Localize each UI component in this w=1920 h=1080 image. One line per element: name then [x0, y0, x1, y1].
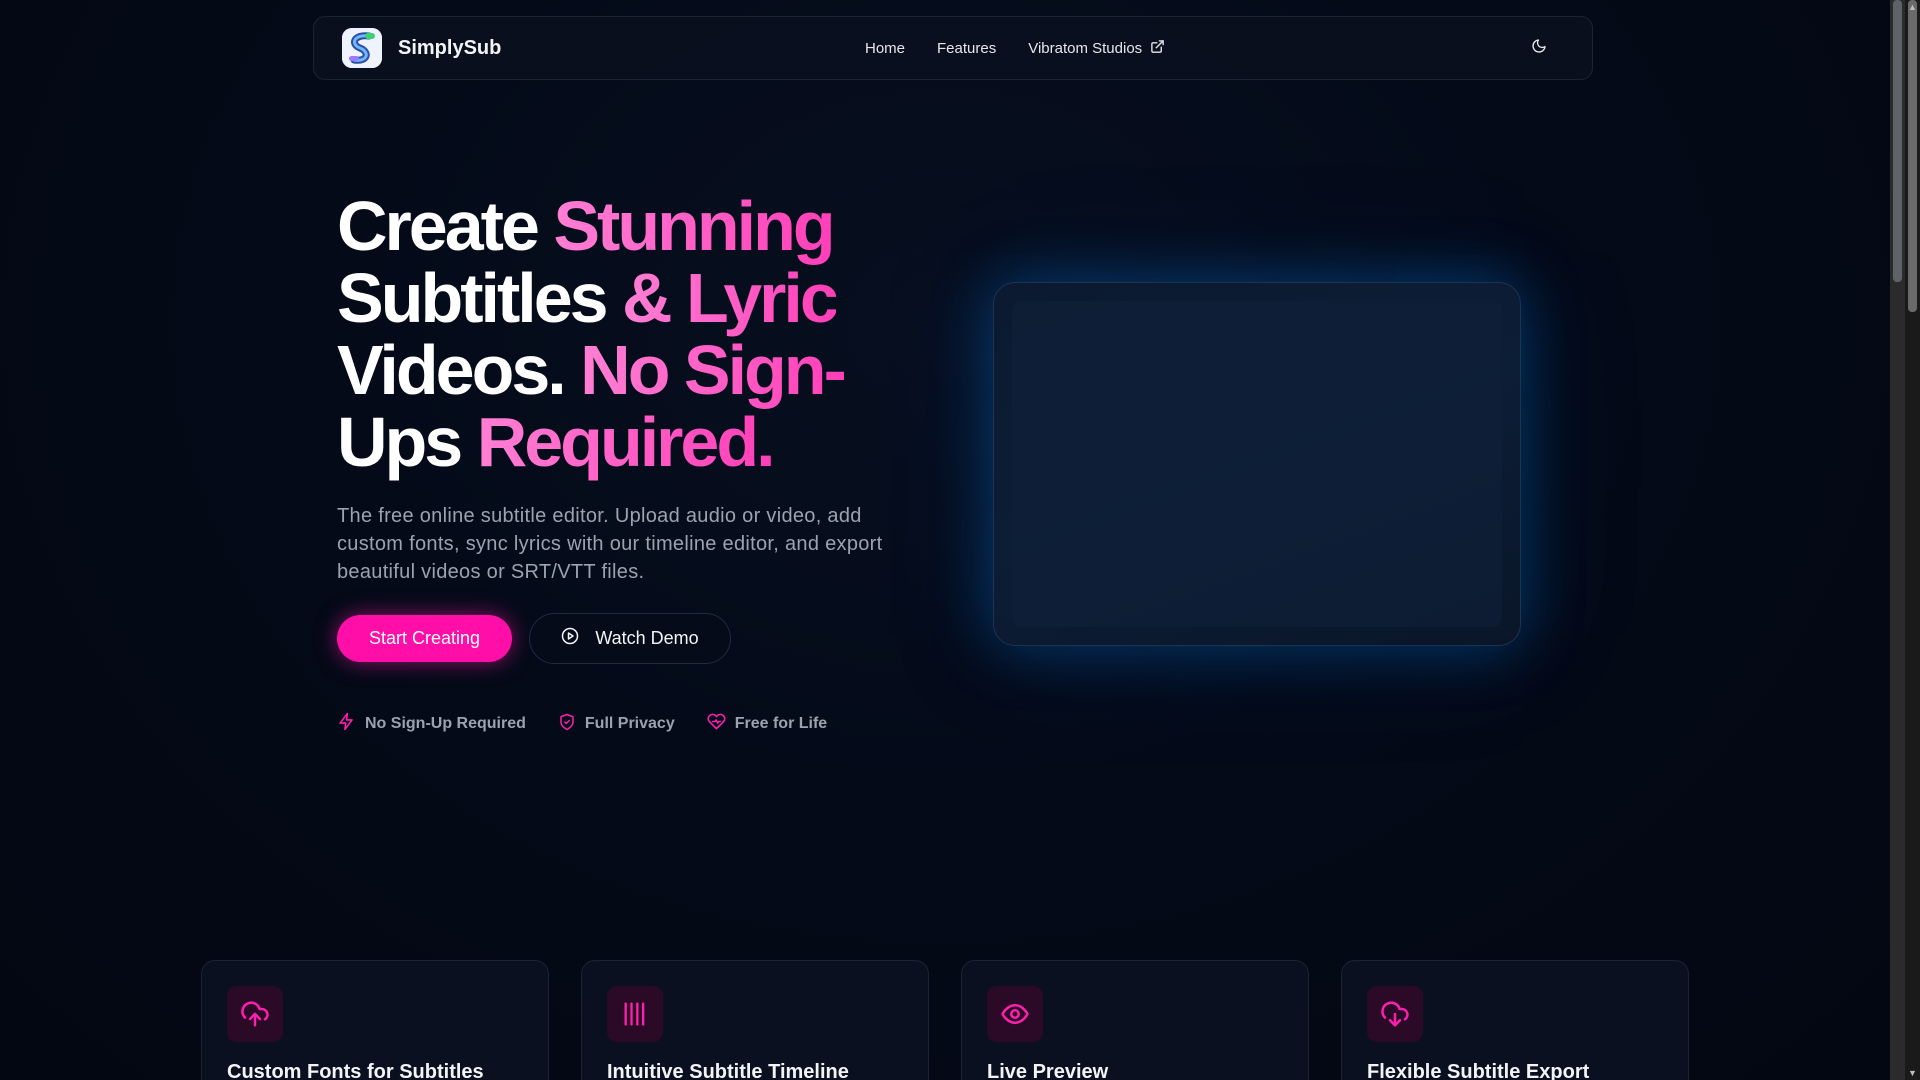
cloud-upload-icon [227, 986, 283, 1042]
page: SimplySub Home Features Vibratom Studios [0, 0, 1890, 1080]
hero-headline: Create Stunning Subtitles & Lyric Videos… [337, 190, 937, 478]
simplysub-logo[interactable] [342, 28, 382, 68]
hero-subtitle: The free online subtitle editor. Upload … [337, 505, 883, 583]
nav-link-features[interactable]: Features [937, 40, 996, 57]
badge-label: Full Privacy [584, 715, 675, 732]
headline-line3-pink: No Sign- [580, 331, 847, 409]
badge-label: No Sign-Up Required [365, 715, 526, 732]
scrollbar-track-outer[interactable]: ▲ ▼ [1905, 0, 1920, 1080]
badge-free-for-life: Free for Life [707, 712, 827, 736]
badge-no-signup: No Sign-Up Required [337, 712, 526, 736]
video-preview-panel [993, 282, 1521, 646]
scroll-up-arrow-icon[interactable]: ▲ [1908, 2, 1917, 12]
headline-line1-pink: Stunning [553, 187, 835, 265]
feature-title: Flexible Subtitle Export [1367, 1061, 1590, 1080]
scroll-down-arrow-icon[interactable]: ▼ [1908, 1068, 1917, 1078]
feature-cards: Custom Fonts for Subtitles Intuitive Sub… [201, 960, 1691, 1080]
watch-demo-button[interactable]: Watch Demo [529, 613, 731, 664]
headline-line3-white: Videos. [337, 331, 581, 409]
headline-line4-white: Ups [337, 403, 477, 481]
scrollbar-thumb-outer[interactable] [1908, 0, 1917, 312]
timeline-bars-icon [607, 986, 663, 1042]
eye-icon [987, 986, 1043, 1042]
feature-card-timeline: Intuitive Subtitle Timeline [581, 960, 929, 1080]
external-link-icon [1150, 39, 1165, 58]
nav-link-vibratom-label: Vibratom Studios [1028, 39, 1143, 57]
hero-badges: No Sign-Up Required Full Privacy Free fo… [337, 712, 827, 736]
start-creating-button[interactable]: Start Creating [337, 615, 512, 662]
feature-title: Live Preview [987, 1061, 1109, 1080]
headline-line2-pink: & Lyric [622, 259, 839, 337]
feature-title: Intuitive Subtitle Timeline [607, 1061, 849, 1080]
shield-icon [558, 713, 576, 736]
badge-full-privacy: Full Privacy [558, 713, 675, 736]
theme-toggle-button[interactable] [1526, 35, 1552, 61]
brand-name[interactable]: SimplySub [398, 17, 501, 79]
nav-link-vibratom-studios[interactable]: Vibratom Studios [1028, 39, 1165, 58]
lightning-icon [337, 712, 356, 736]
nav-links: Home Features Vibratom Studios [865, 17, 1165, 79]
feature-card-live-preview: Live Preview [961, 960, 1309, 1080]
navbar: SimplySub Home Features Vibratom Studios [313, 16, 1593, 80]
heart-icon [707, 712, 726, 736]
scrollbar-thumb-inner[interactable] [1893, 0, 1902, 282]
feature-card-export: Flexible Subtitle Export [1341, 960, 1689, 1080]
headline-line4-pink: Required. [476, 403, 776, 481]
moon-icon [1531, 38, 1547, 59]
page-scrollbar[interactable]: ▲ ▼ [1890, 0, 1920, 1080]
nav-link-home[interactable]: Home [865, 40, 905, 57]
play-circle-icon [561, 627, 579, 650]
feature-title: Custom Fonts for Subtitles [227, 1061, 484, 1080]
badge-label: Free for Life [734, 715, 828, 732]
watch-demo-label: Watch Demo [595, 628, 699, 648]
scrollbar-track-inner[interactable] [1890, 0, 1905, 1080]
headline-line2-white: Subtitles [337, 259, 623, 337]
feature-card-custom-fonts: Custom Fonts for Subtitles [201, 960, 549, 1080]
cloud-download-icon [1367, 986, 1423, 1042]
video-preview-inner [1012, 301, 1502, 627]
headline-line1-white: Create [337, 187, 554, 265]
